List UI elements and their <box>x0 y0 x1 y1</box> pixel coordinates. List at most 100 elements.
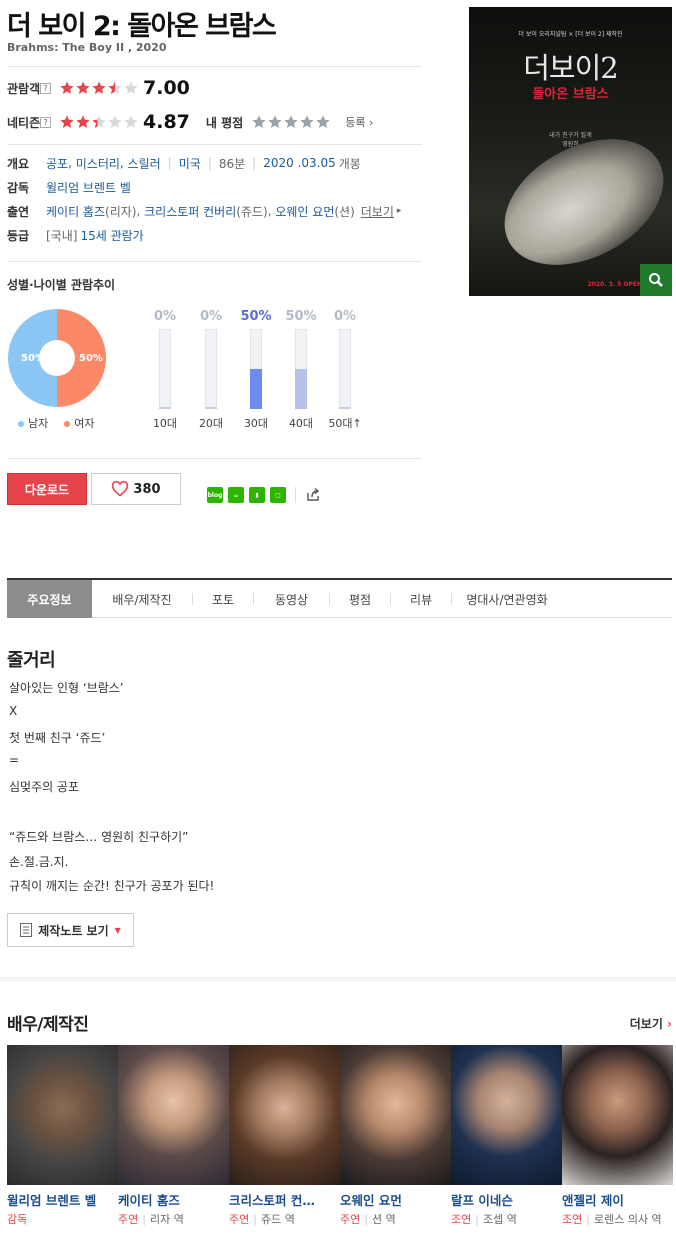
bookmark-share-icon[interactable]: ▮ <box>249 487 265 503</box>
tab-6[interactable]: 명대사/연관영화 <box>452 580 562 618</box>
blog-share-icon[interactable]: blog <box>207 487 223 503</box>
cast-name[interactable]: 오웨인 요먼 <box>340 1190 448 1209</box>
cast-photo[interactable] <box>118 1045 229 1185</box>
age-bar <box>250 329 262 409</box>
triangle-right-icon: ▸ <box>396 206 402 216</box>
star-icon <box>252 115 266 128</box>
overview-row: 개요 공포, 미스터리, 스릴러 | 미국 | 86분 | 2020 .03.0… <box>7 155 361 172</box>
age-bar <box>205 329 217 409</box>
star-icon <box>76 81 90 94</box>
audience-score: 7.00 <box>143 77 190 99</box>
cast-role-name: 로렌스 의사 역 <box>593 1213 662 1226</box>
grade-label: 등급 <box>7 228 30 243</box>
release-date-link[interactable]: 2020 .03.05 <box>263 156 336 170</box>
age-pct: 50% <box>240 309 272 324</box>
movie-poster[interactable]: 더 보이 오리지널팀 × [더 보이 2] 제작진 더보이2 돌아온 브람스 내… <box>469 7 672 296</box>
heart-icon <box>112 481 129 497</box>
cast-photo[interactable] <box>229 1045 340 1185</box>
production-note-button[interactable]: 제작노트 보기 ▼ <box>7 913 134 947</box>
tab-3[interactable]: 동영상 <box>254 580 329 618</box>
age-bar-fill <box>159 407 171 409</box>
cast-photo[interactable] <box>340 1045 451 1185</box>
gender-legend: 남자 여자 <box>18 415 95 431</box>
age-pct: 0% <box>199 309 223 324</box>
cast-photo[interactable] <box>7 1045 118 1185</box>
cast-photo[interactable] <box>451 1045 562 1185</box>
cast-card[interactable]: 윌리엄 브렌트 벨 감독 <box>7 1045 118 1227</box>
grade-row: 등급 [국내] 15세 관람가 <box>7 226 144 244</box>
cast-link[interactable]: 오웨인 요먼 <box>275 203 334 220</box>
grade-link[interactable]: 15세 관람가 <box>80 227 143 244</box>
netizen-rating: 네티즌 ? 4.87 내 평점 등록 › <box>7 111 373 133</box>
cast-name[interactable]: 앤젤리 제이 <box>562 1190 670 1209</box>
cast-type: 주연 <box>229 1213 250 1226</box>
cast-role: 조연 | 조셉 역 <box>451 1213 517 1226</box>
cast-card[interactable]: 케이티 홈즈 주연 | 리자 역 <box>118 1045 229 1227</box>
cast-card[interactable]: 랄프 이네슨 조연 | 조셉 역 <box>451 1045 562 1227</box>
download-button[interactable]: 다운로드 <box>7 473 87 505</box>
star-icon <box>92 115 106 128</box>
age-pct: 0% <box>333 309 357 324</box>
netizen-rating-label: 네티즌 <box>7 115 41 130</box>
line-share-icon[interactable]: ▢ <box>270 487 286 503</box>
cast-card[interactable]: 앤젤리 제이 조연 | 로렌스 의사 역 <box>562 1045 673 1227</box>
cast-name[interactable]: 랄프 이네슨 <box>451 1190 559 1209</box>
star-icon <box>108 115 122 128</box>
synopsis-line: = <box>9 753 20 768</box>
chevron-right-icon: › <box>667 1017 672 1031</box>
register-rating-link[interactable]: 등록 › <box>345 114 373 130</box>
male-pct-label: 50% <box>21 353 45 364</box>
like-button[interactable]: 380 <box>91 473 181 505</box>
cast-type: 주연 <box>340 1213 361 1226</box>
cast-name[interactable]: 윌리엄 브렌트 벨 <box>7 1190 115 1209</box>
cast-role: 주연 | 리자 역 <box>118 1213 184 1226</box>
country-link[interactable]: 미국 <box>179 155 201 172</box>
cast-role: (쥬드) <box>236 204 268 219</box>
female-dot-icon <box>64 421 71 427</box>
cast-photo[interactable] <box>562 1045 673 1185</box>
poster-subtitle: 돌아온 브람스 <box>532 87 609 102</box>
star-icon <box>316 115 330 128</box>
tab-1[interactable]: 배우/제작진 <box>92 580 192 618</box>
cast-link[interactable]: 크리스토퍼 컨버리 <box>144 203 236 220</box>
genre-link[interactable]: 공포 <box>46 155 68 172</box>
cast-type: 조연 <box>451 1213 472 1226</box>
star-icon <box>76 115 90 128</box>
search-icon <box>649 273 663 287</box>
tab-0[interactable]: 주요정보 <box>7 580 92 618</box>
tab-5[interactable]: 리뷰 <box>391 580 451 618</box>
cafe-share-icon[interactable]: ☕ <box>228 487 244 503</box>
star-icon <box>92 81 106 94</box>
synopsis-line: 손.절.금.지. <box>9 854 69 869</box>
caret-down-icon: ▼ <box>114 925 121 935</box>
cast-name[interactable]: 크리스토퍼 컨… <box>229 1190 337 1209</box>
synopsis-line: 심멎주의 공포 <box>9 780 80 795</box>
cast-more-link[interactable]: 더보기 <box>361 203 394 220</box>
tab-2[interactable]: 포토 <box>193 580 253 618</box>
age-bar-fill <box>205 407 217 409</box>
overview-label: 개요 <box>7 156 30 171</box>
my-rating-stars[interactable] <box>251 114 331 130</box>
tab-4[interactable]: 평점 <box>330 580 390 618</box>
director-link[interactable]: 윌리엄 브렌트 벨 <box>46 179 131 196</box>
help-icon[interactable]: ? <box>40 82 51 94</box>
age-bar <box>159 329 171 409</box>
genre-link[interactable]: 미스터리 <box>76 155 120 172</box>
genre-link[interactable]: 스릴러 <box>128 155 161 172</box>
cast-more-link[interactable]: 더보기 › <box>630 1015 672 1032</box>
age-label: 20대 <box>198 417 224 430</box>
like-count: 380 <box>133 481 161 497</box>
share-icon[interactable] <box>305 487 321 503</box>
cast-name[interactable]: 케이티 홈즈 <box>118 1190 226 1209</box>
document-icon <box>20 923 33 937</box>
grade-prefix: [국내] <box>46 228 78 243</box>
divider <box>7 144 422 145</box>
release-suffix: 개봉 <box>338 156 361 171</box>
zoom-button[interactable] <box>640 264 672 296</box>
help-icon[interactable]: ? <box>40 116 51 128</box>
cast-card[interactable]: 오웨인 요먼 주연 | 션 역 <box>340 1045 451 1227</box>
cast-card[interactable]: 크리스토퍼 컨… 주연 | 쥬드 역 <box>229 1045 340 1227</box>
cast-role: (션) <box>334 204 355 219</box>
movie-title: 더 보이 2: 돌아온 브람스 <box>7 11 277 42</box>
cast-link[interactable]: 케이티 홈즈 <box>46 203 105 220</box>
